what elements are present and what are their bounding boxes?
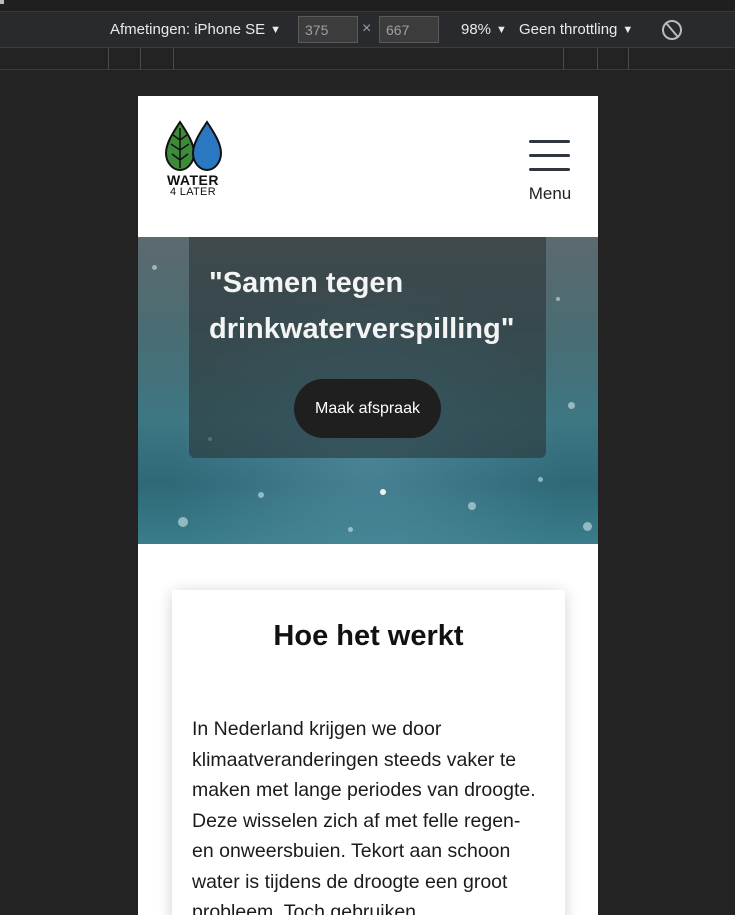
hero-overlay-card: "Samen tegen drinkwaterverspilling" Maak… <box>189 237 546 458</box>
devtools-top-strip <box>0 0 735 12</box>
site-header: WATER 4 LATER Menu <box>138 96 598 237</box>
how-it-works-card: Hoe het werkt In Nederland krijgen we do… <box>172 590 565 915</box>
zoom-label: 98% <box>461 21 492 38</box>
rain-drop <box>468 502 476 510</box>
menu-label: Menu <box>528 184 572 203</box>
menu-button[interactable]: Menu <box>524 138 576 206</box>
rain-drop <box>568 402 575 409</box>
zoom-dropdown[interactable]: 98% ▼ <box>461 19 507 41</box>
rain-drop <box>583 522 592 531</box>
rain-drop <box>538 477 543 482</box>
hamburger-icon-bar <box>529 140 570 143</box>
rain-drop <box>178 517 188 527</box>
hamburger-icon-bar <box>529 154 570 157</box>
device-viewport: WATER 4 LATER Menu "Samen tegen drinkwat… <box>138 96 598 915</box>
throttling-dropdown[interactable]: Geen throttling ▼ <box>519 19 633 41</box>
ruler-segment[interactable] <box>563 48 564 70</box>
media-query-ruler <box>0 48 735 70</box>
throttling-label: Geen throttling <box>519 21 618 38</box>
caret-down-icon: ▼ <box>622 24 634 36</box>
carousel-dot[interactable] <box>380 489 386 495</box>
device-dimensions-label: Afmetingen: iPhone SE <box>110 21 266 38</box>
caret-down-icon: ▼ <box>270 24 281 36</box>
card-body-text: In Nederland krijgen we door klimaatvera… <box>192 718 536 915</box>
rotate-icon[interactable] <box>662 20 682 40</box>
ruler-segment[interactable] <box>628 48 629 70</box>
ruler-segment[interactable] <box>108 48 109 70</box>
ruler-segment[interactable] <box>173 48 174 70</box>
leaf-drop-icon <box>164 120 223 172</box>
ruler-segment[interactable] <box>597 48 598 70</box>
times-icon: × <box>362 20 372 37</box>
rain-drop <box>556 297 560 301</box>
card-title: Hoe het werkt <box>273 620 464 652</box>
device-width-input[interactable] <box>298 16 358 43</box>
rain-drop <box>348 527 353 532</box>
caret-down-icon: ▼ <box>496 24 507 36</box>
rain-drop <box>152 265 157 270</box>
ruler-segment[interactable] <box>140 48 141 70</box>
device-dimensions-dropdown[interactable]: Afmetingen: iPhone SE ▼ <box>110 19 281 41</box>
make-appointment-button[interactable]: Maak afspraak <box>294 379 441 438</box>
hero-title: "Samen tegen drinkwaterverspilling" <box>209 267 515 345</box>
device-height-input[interactable] <box>379 16 439 43</box>
strip-fragment <box>0 0 4 4</box>
hero-banner: "Samen tegen drinkwaterverspilling" Maak… <box>138 237 598 544</box>
hamburger-icon-bar <box>529 168 570 171</box>
rain-drop <box>258 492 264 498</box>
water4later-logo[interactable]: WATER 4 LATER <box>160 120 226 202</box>
logo-text-4later: 4 LATER <box>170 186 216 198</box>
device-toolbar: Afmetingen: iPhone SE ▼ × 98% ▼ Geen thr… <box>0 12 735 48</box>
